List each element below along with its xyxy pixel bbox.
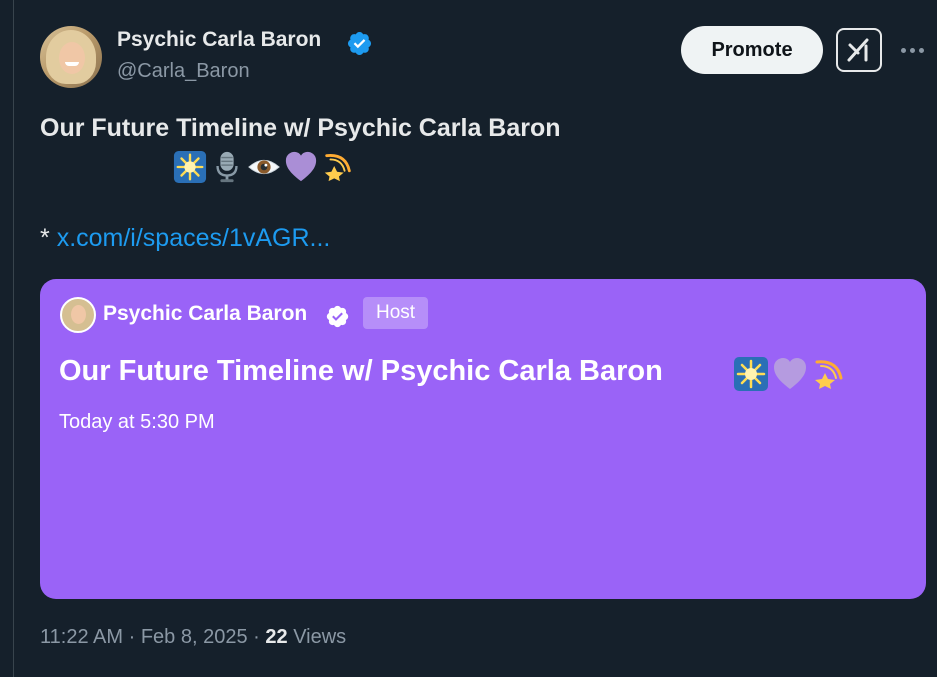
host-badge: Host [363, 297, 429, 329]
tweet-time[interactable]: 11:22 AM [40, 626, 123, 648]
verified-badge-icon [326, 305, 349, 328]
host-avatar [60, 297, 96, 333]
author-handle[interactable]: @Carla_Baron [117, 60, 250, 83]
author-avatar[interactable] [40, 26, 102, 88]
meta-separator: · [253, 626, 260, 648]
shooting-star-emoji [324, 154, 351, 182]
tweet-text-title: Our Future Timeline w/ Psychic Carla Bar… [40, 114, 561, 142]
space-title: Our Future Timeline w/ Psychic Carla Bar… [59, 355, 663, 387]
grok-button[interactable] [836, 28, 882, 72]
spaces-link[interactable]: x.com/i/spaces/1vAGR... [57, 224, 331, 252]
bullet-text: * [40, 224, 50, 252]
eye-emoji [248, 159, 280, 175]
column-divider [13, 0, 14, 677]
purple-heart-emoji [285, 151, 317, 182]
tweet-detail: Psychic Carla Baron @Carla_Baron Promote… [0, 0, 937, 677]
tweet-emoji-row [173, 150, 355, 184]
verified-badge-icon [347, 31, 372, 56]
host-name: Psychic Carla Baron [103, 302, 308, 325]
meta-separator: · [128, 626, 136, 648]
shooting-star-emoji [815, 360, 843, 389]
tweet-meta: 11:22 AM · Feb 8, 2025 · 22 Views [40, 626, 346, 649]
grok-icon [847, 38, 869, 62]
space-title-emojis [733, 355, 847, 393]
promote-button[interactable]: Promote [681, 26, 823, 74]
more-horizontal-icon[interactable] [898, 38, 926, 62]
microphone-emoji [216, 151, 238, 183]
views-count[interactable]: 22 [265, 626, 287, 648]
views-label[interactable]: Views [293, 626, 346, 648]
sparkle-star-emoji [173, 150, 207, 184]
spaces-card[interactable]: Psychic Carla Baron Host Our Future Time… [40, 279, 926, 599]
space-scheduled-time: Today at 5:30 PM [59, 411, 215, 433]
sparkle-star-emoji [734, 357, 768, 391]
author-display-name[interactable]: Psychic Carla Baron [117, 28, 321, 52]
tweet-date[interactable]: Feb 8, 2025 [141, 626, 248, 648]
tweet-link-line: * x.com/i/spaces/1vAGR... [40, 224, 330, 253]
purple-heart-emoji [774, 358, 806, 389]
